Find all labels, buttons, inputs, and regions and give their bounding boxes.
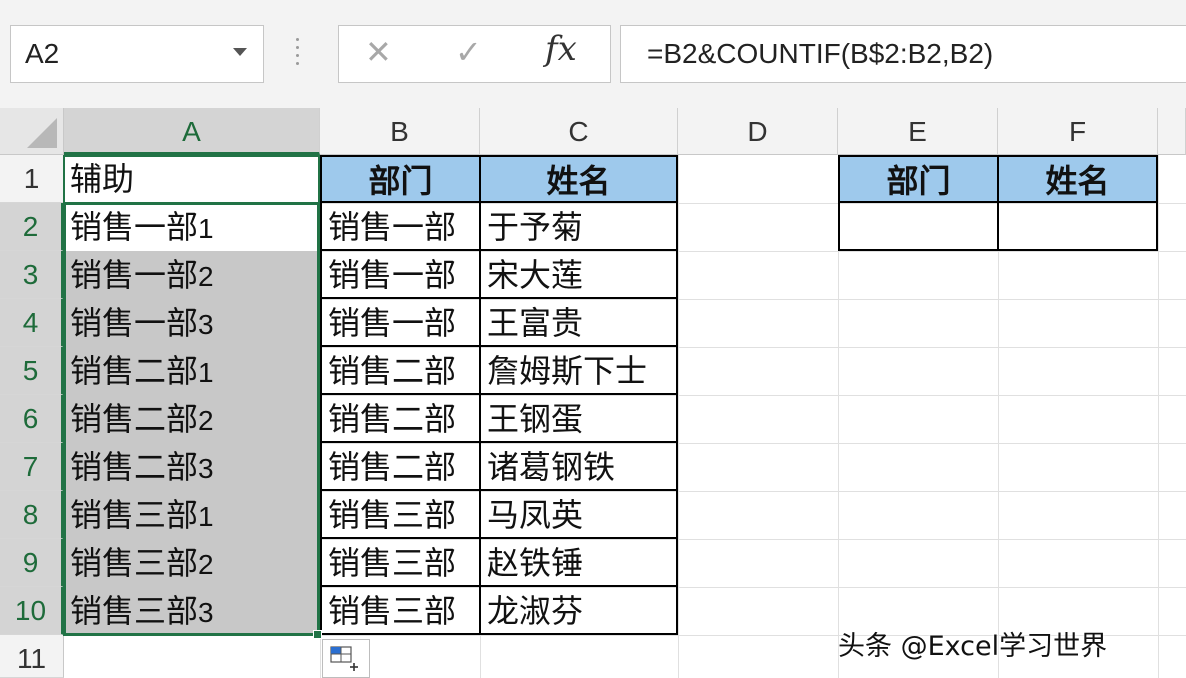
row-header-11[interactable]: 11 bbox=[0, 635, 64, 678]
select-all-icon bbox=[27, 118, 57, 148]
formula-input[interactable]: =B2&COUNTIF(B$2:B2,B2) bbox=[620, 25, 1186, 83]
cell-b7[interactable]: 销售二部 bbox=[320, 441, 481, 491]
formula-bar: A2 ✕ ✓ fx =B2&COUNTIF(B$2:B2,B2) bbox=[0, 0, 1186, 108]
cell-text: 销售一部 bbox=[70, 208, 199, 246]
cell-c10[interactable]: 龙淑芬 bbox=[479, 585, 678, 635]
cell-text: 3 bbox=[198, 309, 214, 340]
cell-a2[interactable]: 销售一部1 bbox=[64, 203, 320, 251]
row-header-7[interactable]: 7 bbox=[0, 443, 64, 491]
active-cell-outline bbox=[63, 155, 320, 204]
cell-a7[interactable]: 销售二部3 bbox=[64, 443, 320, 491]
insert-function-icon[interactable]: fx bbox=[545, 32, 577, 66]
cell-f1[interactable]: 姓名 bbox=[997, 155, 1158, 203]
formula-text: =B2&COUNTIF(B$2:B2,B2) bbox=[647, 38, 994, 69]
cell-text: 销售三部 bbox=[70, 592, 199, 630]
quick-analysis-icon bbox=[330, 646, 358, 671]
cell-a5[interactable]: 销售二部1 bbox=[64, 347, 320, 395]
cell-text: 销售二部 bbox=[70, 400, 199, 438]
gridline bbox=[1158, 155, 1159, 678]
row-header-2[interactable]: 2 bbox=[0, 203, 64, 251]
cell-a9[interactable]: 销售三部2 bbox=[64, 539, 320, 587]
select-all-button[interactable] bbox=[0, 108, 64, 155]
cell-f2[interactable] bbox=[997, 201, 1158, 251]
cell-a6[interactable]: 销售二部2 bbox=[64, 395, 320, 443]
row-header-6[interactable]: 6 bbox=[0, 395, 64, 443]
gridline bbox=[678, 155, 679, 678]
drag-handle-icon[interactable] bbox=[294, 38, 302, 72]
cell-text: 销售二部 bbox=[70, 352, 199, 390]
cell-text: 销售一部 bbox=[70, 304, 199, 342]
cell-text: 销售一部 bbox=[70, 256, 199, 294]
row-header-5[interactable]: 5 bbox=[0, 347, 64, 395]
column-header-g[interactable] bbox=[1158, 108, 1186, 155]
cell-text: 1 bbox=[198, 501, 214, 532]
cell-b9[interactable]: 销售三部 bbox=[320, 537, 481, 587]
cell-e1[interactable]: 部门 bbox=[838, 155, 999, 203]
cell-c8[interactable]: 马凤英 bbox=[479, 489, 678, 539]
enter-icon[interactable]: ✓ bbox=[455, 36, 482, 68]
cell-c1[interactable]: 姓名 bbox=[479, 155, 678, 203]
column-header-b[interactable]: B bbox=[320, 108, 480, 155]
row-header-8[interactable]: 8 bbox=[0, 491, 64, 539]
cell-text: 2 bbox=[198, 261, 214, 292]
row-header-4[interactable]: 4 bbox=[0, 299, 64, 347]
row-header-9[interactable]: 9 bbox=[0, 539, 64, 587]
cell-b6[interactable]: 销售二部 bbox=[320, 393, 481, 443]
cell-b8[interactable]: 销售三部 bbox=[320, 489, 481, 539]
cell-e2[interactable] bbox=[838, 201, 999, 251]
column-header-f[interactable]: F bbox=[998, 108, 1158, 155]
column-header-d[interactable]: D bbox=[678, 108, 838, 155]
cell-b3[interactable]: 销售一部 bbox=[320, 249, 481, 299]
column-header-c[interactable]: C bbox=[480, 108, 678, 155]
cell-c4[interactable]: 王富贵 bbox=[479, 297, 678, 347]
cell-c5[interactable]: 詹姆斯下士 bbox=[479, 345, 678, 395]
watermark: 头条 @Excel学习世界 bbox=[838, 631, 1108, 662]
cell-a4[interactable]: 销售一部3 bbox=[64, 299, 320, 347]
cell-text: 2 bbox=[198, 405, 214, 436]
row-header-10[interactable]: 10 bbox=[0, 587, 64, 635]
cell-b2[interactable]: 销售一部 bbox=[320, 201, 481, 251]
cell-b4[interactable]: 销售一部 bbox=[320, 297, 481, 347]
cell-a8[interactable]: 销售三部1 bbox=[64, 491, 320, 539]
cell-c3[interactable]: 宋大莲 bbox=[479, 249, 678, 299]
chevron-down-icon[interactable] bbox=[233, 48, 247, 56]
cell-a3[interactable]: 销售一部2 bbox=[64, 251, 320, 299]
cell-text: 3 bbox=[198, 597, 214, 628]
cell-text: 销售二部 bbox=[70, 448, 199, 486]
cell-text: 销售三部 bbox=[70, 544, 199, 582]
cell-c2[interactable]: 于予菊 bbox=[479, 201, 678, 251]
cell-b1[interactable]: 部门 bbox=[320, 155, 481, 203]
cell-text: 3 bbox=[198, 453, 214, 484]
cell-a10[interactable]: 销售三部3 bbox=[64, 587, 320, 635]
cell-c9[interactable]: 赵铁锤 bbox=[479, 537, 678, 587]
row-header-3[interactable]: 3 bbox=[0, 251, 64, 299]
name-box[interactable]: A2 bbox=[10, 25, 264, 83]
cell-b5[interactable]: 销售二部 bbox=[320, 345, 481, 395]
formula-buttons: ✕ ✓ fx bbox=[338, 25, 611, 83]
cell-text: 1 bbox=[198, 213, 214, 244]
row-header-1[interactable]: 1 bbox=[0, 155, 64, 203]
name-box-value: A2 bbox=[25, 38, 60, 69]
cell-b10[interactable]: 销售三部 bbox=[320, 585, 481, 635]
cell-c6[interactable]: 王钢蛋 bbox=[479, 393, 678, 443]
fill-handle[interactable] bbox=[313, 630, 322, 639]
cancel-icon[interactable]: ✕ bbox=[365, 36, 392, 68]
cell-text: 销售三部 bbox=[70, 496, 199, 534]
quick-analysis-button[interactable] bbox=[322, 639, 370, 678]
cell-c7[interactable]: 诸葛钢铁 bbox=[479, 441, 678, 491]
column-header-e[interactable]: E bbox=[838, 108, 998, 155]
cell-text: 2 bbox=[198, 549, 214, 580]
column-header-a[interactable]: A bbox=[64, 108, 320, 155]
cell-text: 1 bbox=[198, 357, 214, 388]
